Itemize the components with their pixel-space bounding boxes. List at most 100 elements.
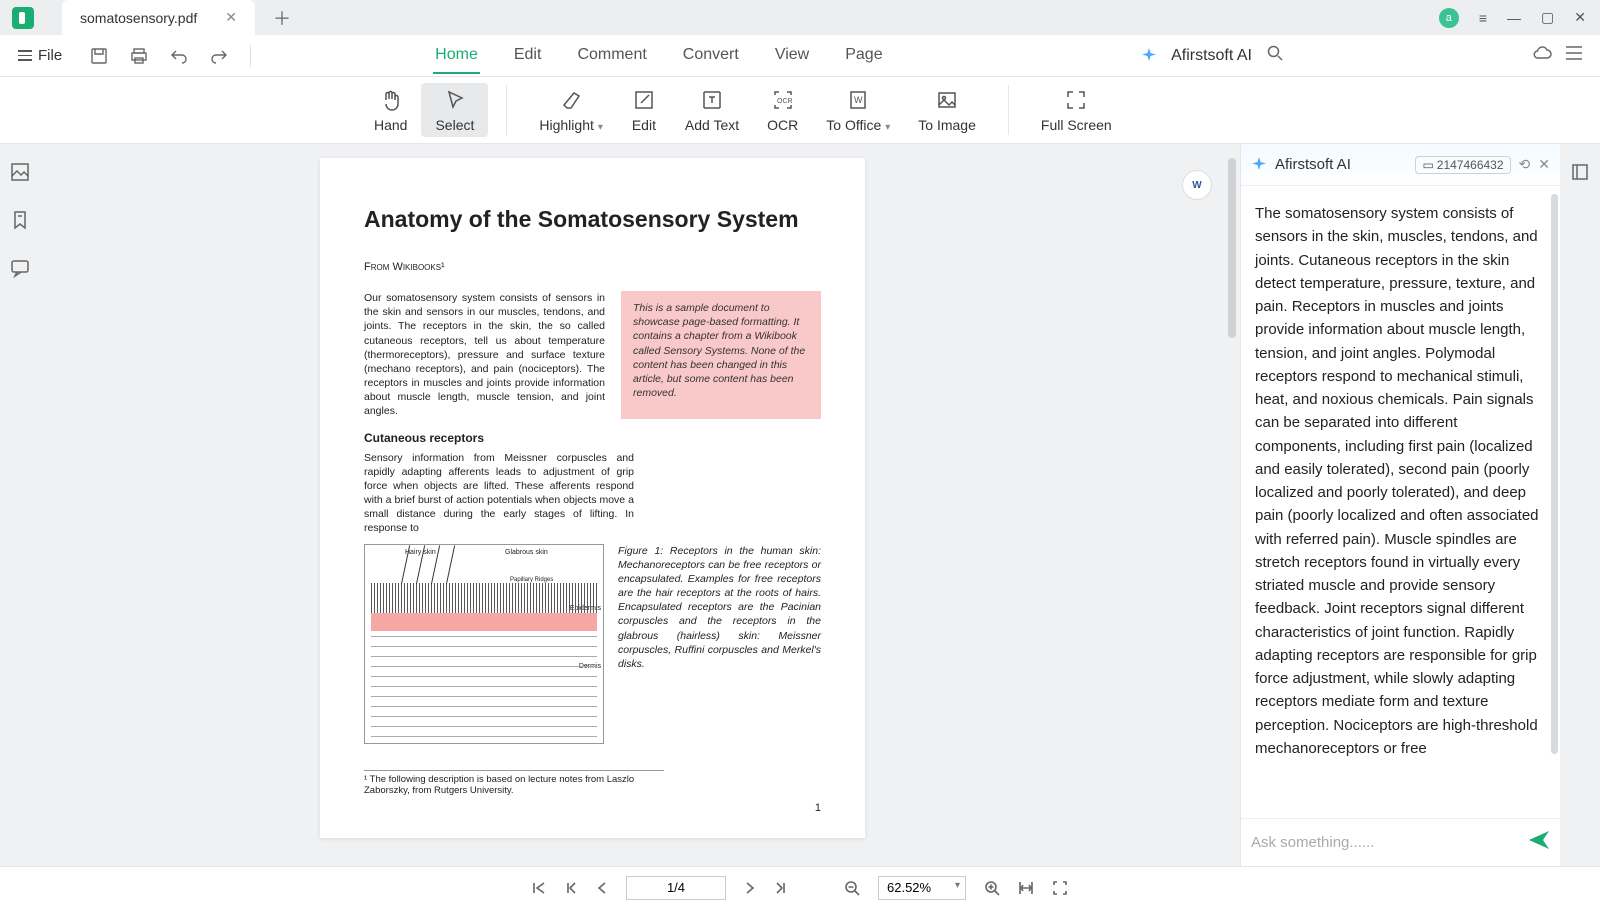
highlight-icon xyxy=(558,87,584,113)
add-text-icon xyxy=(699,87,725,113)
new-tab-button[interactable]: ＋ xyxy=(273,5,291,31)
tab-edit[interactable]: Edit xyxy=(512,38,544,74)
pdf-page: Anatomy of the Somatosensory System From… xyxy=(320,158,865,838)
hand-tool[interactable]: Hand xyxy=(360,83,421,137)
callout-box: This is a sample document to showcase pa… xyxy=(621,291,821,419)
tool-label: Hand xyxy=(374,117,407,133)
prev-set-button[interactable] xyxy=(564,881,578,895)
tool-label: Full Screen xyxy=(1041,117,1112,133)
tab-view[interactable]: View xyxy=(773,38,811,74)
chevron-down-icon[interactable]: ▾ xyxy=(885,122,890,133)
fullscreen-icon xyxy=(1063,87,1089,113)
divider xyxy=(250,45,251,67)
tool-label: OCR xyxy=(767,117,798,133)
redo-icon[interactable] xyxy=(210,47,228,65)
cursor-icon xyxy=(442,87,468,113)
prev-page-button[interactable] xyxy=(596,881,608,895)
add-text-tool[interactable]: Add Text xyxy=(671,83,753,137)
maximize-button[interactable]: ▢ xyxy=(1541,9,1554,26)
svg-text:OCR: OCR xyxy=(777,98,793,105)
undo-icon[interactable] xyxy=(170,47,188,65)
app-menu-icon[interactable]: ≡ xyxy=(1479,10,1487,26)
properties-icon[interactable] xyxy=(1570,162,1590,182)
comment-panel-icon[interactable] xyxy=(10,258,30,278)
right-sidebar xyxy=(1560,144,1600,866)
highlight-tool[interactable]: Highlight▾ xyxy=(525,83,617,137)
body-paragraph: Our somatosensory system consists of sen… xyxy=(364,291,605,419)
document-tab[interactable]: somatosensory.pdf ✕ xyxy=(62,0,255,35)
tab-page[interactable]: Page xyxy=(843,38,884,74)
zoom-input[interactable] xyxy=(878,876,966,900)
word-export-badge[interactable]: W xyxy=(1182,170,1212,200)
ai-panel-title: Afirstsoft AI xyxy=(1275,156,1351,173)
tool-label: Edit xyxy=(632,117,656,133)
tool-label: Highlight▾ xyxy=(539,117,603,133)
ai-panel-header: Afirstsoft AI ▭ 2147466432 ⟲ ✕ xyxy=(1241,144,1560,186)
scrollbar[interactable] xyxy=(1551,194,1558,754)
ai-prompt-input[interactable] xyxy=(1251,834,1520,851)
app-logo-icon xyxy=(12,7,34,29)
cloud-icon[interactable] xyxy=(1532,45,1552,66)
send-button[interactable] xyxy=(1528,830,1550,855)
page-number-input[interactable] xyxy=(626,876,726,900)
chevron-down-icon[interactable]: ▾ xyxy=(598,122,603,133)
user-avatar[interactable]: a xyxy=(1439,8,1459,28)
image-icon xyxy=(934,87,960,113)
zoom-in-button[interactable] xyxy=(984,880,1000,896)
tab-convert[interactable]: Convert xyxy=(681,38,741,74)
ai-response-text: The somatosensory system consists of sen… xyxy=(1255,205,1539,757)
divider xyxy=(506,85,507,135)
left-sidebar xyxy=(0,144,40,866)
document-viewport[interactable]: Anatomy of the Somatosensory System From… xyxy=(40,144,1240,866)
edit-icon xyxy=(631,87,657,113)
divider xyxy=(1008,85,1009,135)
panel-toggle-icon[interactable] xyxy=(1566,46,1582,65)
fit-page-button[interactable] xyxy=(1052,880,1068,896)
select-tool[interactable]: Select xyxy=(421,83,488,137)
fit-width-button[interactable] xyxy=(1018,880,1034,896)
tab-title: somatosensory.pdf xyxy=(80,10,197,26)
fig-label: Glabrous skin xyxy=(505,549,548,556)
bookmark-icon[interactable] xyxy=(10,210,30,230)
figure-caption: Figure 1: Receptors in the human skin: M… xyxy=(618,544,821,744)
to-image-tool[interactable]: To Image xyxy=(904,83,990,137)
scrollbar[interactable] xyxy=(1228,158,1236,338)
search-icon[interactable] xyxy=(1266,44,1284,67)
minimize-button[interactable]: — xyxy=(1507,10,1521,26)
menubar: File Home Edit Comment Convert View Page… xyxy=(0,35,1600,77)
first-page-button[interactable] xyxy=(532,881,546,895)
zoom-out-button[interactable] xyxy=(844,880,860,896)
last-page-button[interactable] xyxy=(774,881,788,895)
file-menu-button[interactable]: File xyxy=(18,47,62,64)
main-tabs: Home Edit Comment Convert View Page xyxy=(433,38,884,74)
ocr-tool[interactable]: OCR OCR xyxy=(753,83,812,137)
ai-input-row xyxy=(1241,818,1560,866)
sparkle-icon xyxy=(1251,157,1267,173)
tab-comment[interactable]: Comment xyxy=(575,38,648,74)
close-panel-icon[interactable]: ✕ xyxy=(1538,156,1550,173)
close-tab-icon[interactable]: ✕ xyxy=(225,9,237,26)
full-screen-tool[interactable]: Full Screen xyxy=(1027,83,1126,137)
footnote: The following description is based on le… xyxy=(364,770,664,796)
thumbnails-icon[interactable] xyxy=(10,162,30,182)
tool-label: Add Text xyxy=(685,117,739,133)
statusbar: ▾ xyxy=(0,866,1600,908)
titlebar: somatosensory.pdf ✕ ＋ a ≡ — ▢ ✕ xyxy=(0,0,1600,35)
edit-tool[interactable]: Edit xyxy=(617,83,671,137)
hamburger-icon xyxy=(18,50,32,61)
tab-home[interactable]: Home xyxy=(433,38,480,74)
ai-menu-label[interactable]: Afirstsoft AI xyxy=(1171,47,1252,65)
token-badge[interactable]: ▭ 2147466432 xyxy=(1415,156,1510,174)
reset-icon[interactable]: ⟲ xyxy=(1519,156,1531,173)
save-icon[interactable] xyxy=(90,47,108,65)
figure-illustration: Hairy skin Glabrous skin Epidermis Dermi… xyxy=(364,544,604,744)
next-page-button[interactable] xyxy=(744,881,756,895)
to-office-tool[interactable]: W To Office▾ xyxy=(812,83,904,137)
page-number: 1 xyxy=(815,802,821,814)
svg-text:W: W xyxy=(854,95,863,105)
fig-label: Hairy skin xyxy=(405,549,436,556)
close-window-button[interactable]: ✕ xyxy=(1574,9,1586,26)
sub-heading: Cutaneous receptors xyxy=(364,431,821,445)
print-icon[interactable] xyxy=(130,47,148,65)
tool-label: To Image xyxy=(918,117,976,133)
